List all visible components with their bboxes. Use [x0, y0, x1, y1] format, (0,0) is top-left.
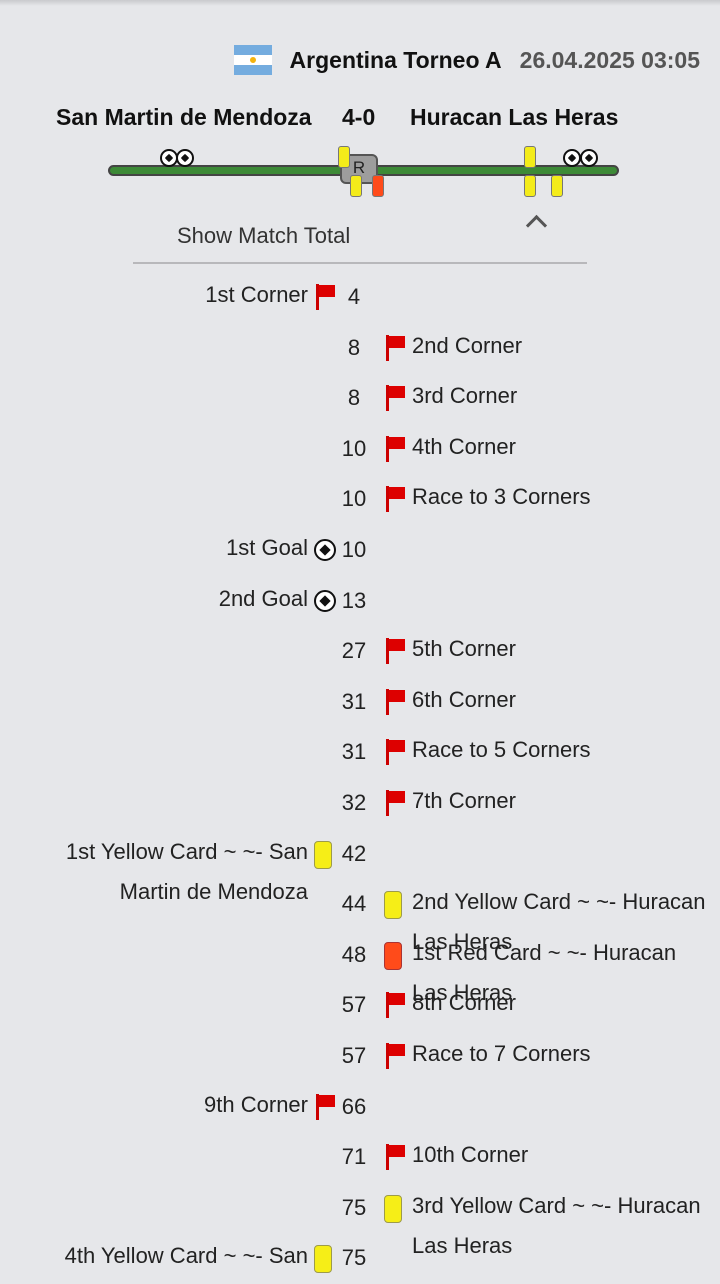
- event-minute: 75: [341, 1194, 367, 1220]
- event-minute: 8: [347, 385, 361, 411]
- match-datetime: 26.04.2025 03:05: [519, 46, 700, 73]
- corner-flag-icon: [384, 992, 406, 1019]
- yellow-card-icon: [314, 840, 332, 869]
- corner-flag-icon: [384, 334, 406, 361]
- event-minute: 71: [341, 1144, 367, 1170]
- event-row: 44 2nd Yellow Card ~ ~- Huracan Las Heras: [0, 879, 720, 954]
- event-label: 4th Corner: [412, 433, 516, 459]
- event-minute: 31: [341, 688, 367, 714]
- corner-flag-icon: [384, 739, 406, 766]
- red-card-marker: [372, 175, 384, 197]
- event-minute: 75: [341, 1245, 367, 1271]
- yellow-card-marker: [551, 175, 563, 197]
- event-label: 4th Yellow Card ~ ~- San: [64, 1243, 308, 1269]
- corner-flag-icon: [384, 435, 406, 462]
- event-minute: 31: [341, 739, 367, 765]
- corner-flag-icon: [314, 1093, 336, 1120]
- match-header: Argentina Torneo A 26.04.2025 03:05: [233, 40, 700, 80]
- event-minute: 10: [341, 536, 367, 562]
- event-row: 75 3rd Yellow Card ~ ~- Huracan Las Heras: [0, 1183, 720, 1258]
- away-team-name[interactable]: Huracan Las Heras: [410, 104, 618, 131]
- yellow-card-marker: [338, 146, 350, 168]
- event-label: Race to 3 Corners: [412, 484, 591, 510]
- event-minute: 10: [341, 435, 367, 461]
- event-label: 6th Corner: [412, 686, 516, 712]
- goal-ball-icon: [563, 149, 581, 167]
- goal-ball-icon: [314, 538, 336, 561]
- event-label: 7th Corner: [412, 787, 516, 813]
- teams-row: San Martin de Mendoza 4-0 Huracan Las He…: [0, 98, 720, 138]
- event-minute: 57: [341, 992, 367, 1018]
- event-minute: 44: [341, 891, 367, 917]
- event-row: 32 7th Corner: [0, 778, 720, 829]
- goal-ball-icon: [580, 149, 598, 167]
- event-row: 66 9th Corner: [0, 1082, 720, 1133]
- event-label: 2nd Corner: [412, 332, 523, 358]
- corner-flag-icon: [384, 1144, 406, 1171]
- argentina-flag-icon: [233, 45, 272, 75]
- event-minute: 8: [347, 334, 361, 360]
- event-row: 8 3rd Corner: [0, 373, 720, 424]
- event-label: 8th Corner: [412, 990, 516, 1016]
- league-name[interactable]: Argentina Torneo A: [290, 47, 502, 74]
- event-label: 9th Corner: [204, 1091, 308, 1117]
- corner-flag-icon: [384, 1042, 406, 1069]
- events-list: 4 1st Corner 8 2nd Corner 8 3rd Corner 10 4th C…: [0, 272, 720, 1284]
- match-score: 4-0: [342, 104, 376, 130]
- event-minute: 66: [341, 1093, 367, 1119]
- corner-flag-icon: [384, 638, 406, 665]
- home-team-name[interactable]: San Martin de Mendoza: [56, 104, 312, 131]
- chevron-up-icon[interactable]: [525, 214, 548, 237]
- yellow-card-marker: [350, 175, 362, 197]
- event-row: 8 2nd Corner: [0, 323, 720, 374]
- event-row: 57 Race to 7 Corners: [0, 1031, 720, 1082]
- event-minute: 42: [341, 840, 367, 866]
- event-minute: 10: [341, 486, 367, 512]
- event-row: 75 4th Yellow Card ~ ~- San: [0, 1233, 720, 1284]
- red-card-icon: [384, 941, 402, 970]
- event-row: 57 8th Corner: [0, 980, 720, 1031]
- event-minute: 4: [347, 284, 361, 309]
- yellow-card-icon: [384, 891, 402, 920]
- event-label: 2nd Goal: [218, 585, 308, 611]
- event-row: 10 Race to 3 Corners: [0, 474, 720, 525]
- match-timeline: R: [0, 140, 720, 200]
- goal-ball-icon: [176, 149, 194, 167]
- event-row: 27 5th Corner: [0, 626, 720, 677]
- event-row: 13 2nd Goal: [0, 576, 720, 627]
- event-minute: 32: [341, 789, 367, 815]
- event-label: 3rd Corner: [412, 383, 518, 409]
- corner-flag-icon: [384, 385, 406, 412]
- event-minute: 27: [341, 638, 367, 664]
- goal-ball-icon: [314, 589, 336, 612]
- event-label: 1st Goal: [226, 534, 308, 560]
- event-row: 10 4th Corner: [0, 424, 720, 475]
- event-minute: 57: [341, 1042, 367, 1068]
- event-row: 42 1st Yellow Card ~ ~- San Martin de Men…: [0, 829, 720, 904]
- event-row: 31 6th Corner: [0, 677, 720, 728]
- event-minute: 48: [341, 941, 367, 967]
- event-row: 10 1st Goal: [0, 525, 720, 576]
- yellow-card-icon: [384, 1194, 402, 1223]
- event-label: Race to 5 Corners: [412, 737, 591, 763]
- event-label: 5th Corner: [412, 636, 516, 662]
- yellow-card-marker: [524, 175, 536, 197]
- event-row: 48 1st Red Card ~ ~- Huracan Las Heras: [0, 930, 720, 1005]
- top-shadow: [0, 0, 720, 6]
- event-label: 1st Corner: [205, 282, 308, 307]
- yellow-card-icon: [314, 1245, 332, 1274]
- event-label: 10th Corner: [412, 1142, 529, 1168]
- corner-flag-icon: [384, 688, 406, 715]
- event-row: 4 1st Corner: [0, 272, 720, 323]
- event-row: 31 Race to 5 Corners: [0, 727, 720, 778]
- corner-flag-icon: [314, 284, 336, 310]
- corner-flag-icon: [384, 789, 406, 816]
- corner-flag-icon: [384, 486, 406, 513]
- event-label: Race to 7 Corners: [412, 1040, 591, 1066]
- event-row: 71 10th Corner: [0, 1132, 720, 1183]
- toggle-label[interactable]: Show Match Total: [177, 223, 350, 249]
- show-match-total-toggle[interactable]: Show Match Total: [133, 214, 587, 264]
- yellow-card-marker: [524, 146, 536, 168]
- event-minute: 13: [341, 587, 367, 613]
